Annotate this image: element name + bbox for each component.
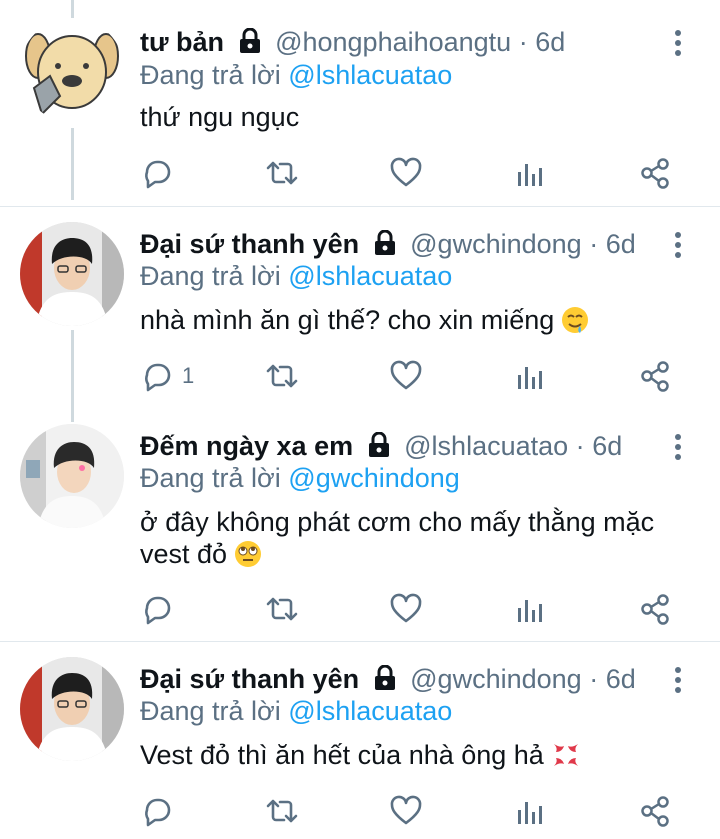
tweet-text-content: thứ ngu ngục <box>140 102 300 132</box>
tweet[interactable]: Đại sứ thanh yên @gwchindong · 6d Đang t… <box>0 207 720 407</box>
retweet-button[interactable] <box>264 155 300 191</box>
user-handle[interactable]: @gwchindong <box>410 664 582 694</box>
more-vertical-icon[interactable] <box>668 663 688 697</box>
heart-icon <box>390 157 422 187</box>
anger-symbol-icon <box>550 740 582 777</box>
reply-icon <box>145 160 171 189</box>
share-button[interactable] <box>640 793 670 829</box>
separator-dot: · <box>575 431 585 461</box>
reply-button[interactable] <box>140 591 174 627</box>
mention-link[interactable]: @lshlacuatao <box>288 696 452 726</box>
analytics-button[interactable] <box>515 591 545 627</box>
heart-icon <box>390 593 422 623</box>
mention-link[interactable]: @lshlacuatao <box>288 60 452 90</box>
reply-button[interactable]: 1 <box>140 358 194 394</box>
reply-button[interactable] <box>140 155 174 191</box>
tweet[interactable]: tư bản @hongphaihoangtu · 6d Đang trả lờ… <box>0 0 720 206</box>
heart-icon <box>390 795 422 825</box>
replying-to-label: Đang trả lời <box>140 463 281 493</box>
tweet-text-content: Vest đỏ thì ăn hết của nhà ông hả <box>140 740 544 770</box>
analytics-button[interactable] <box>515 358 545 394</box>
user-handle[interactable]: @gwchindong <box>410 229 582 259</box>
user-handle[interactable]: @hongphaihoangtu <box>275 27 511 57</box>
drooling-face-icon <box>560 305 590 342</box>
display-name[interactable]: tư bản <box>140 27 224 57</box>
share-icon <box>641 361 669 392</box>
tweet-text-line: ở đây không phát cơm cho mấy thằng mặc <box>140 507 655 537</box>
tweet-actions <box>0 591 720 631</box>
tweet-text-line: vest đỏ <box>140 538 680 576</box>
tweet-text: ở đây không phát cơm cho mấy thằng mặc v… <box>140 506 680 576</box>
display-name[interactable]: Đại sứ thanh yên <box>140 664 359 694</box>
separator-dot: · <box>589 229 599 259</box>
share-icon <box>641 796 669 827</box>
share-icon <box>641 158 669 189</box>
mention-link[interactable]: @lshlacuatao <box>288 261 452 291</box>
reply-count: 1 <box>182 363 195 388</box>
separator-dot: · <box>518 27 528 57</box>
analytics-icon <box>518 367 542 389</box>
reply-icon <box>145 798 171 827</box>
tweet-text-content: nhà mình ăn gì thế? cho xin miếng <box>140 305 555 335</box>
share-button[interactable] <box>640 591 670 627</box>
avatar[interactable] <box>20 424 124 528</box>
tweet-text: thứ ngu ngục <box>140 101 680 133</box>
share-icon <box>641 594 669 625</box>
retweet-button[interactable] <box>264 591 300 627</box>
retweet-button[interactable] <box>264 793 300 829</box>
retweet-icon <box>266 161 298 185</box>
more-vertical-icon[interactable] <box>668 26 688 60</box>
tweet-actions <box>0 793 720 833</box>
analytics-icon <box>518 164 542 186</box>
analytics-button[interactable] <box>515 793 545 829</box>
tweet[interactable]: Đại sứ thanh yên @gwchindong · 6d Đang t… <box>0 642 720 839</box>
analytics-icon <box>518 600 542 622</box>
analytics-button[interactable] <box>515 155 545 191</box>
more-vertical-icon[interactable] <box>668 430 688 464</box>
avatar[interactable] <box>20 657 124 761</box>
user-handle[interactable]: @lshlacuatao <box>404 431 568 461</box>
separator-dot: · <box>589 664 599 694</box>
display-name[interactable]: Đại sứ thanh yên <box>140 229 359 259</box>
tweet-text: nhà mình ăn gì thế? cho xin miếng <box>140 304 680 342</box>
like-button[interactable] <box>389 155 423 191</box>
avatar[interactable] <box>20 18 124 122</box>
share-button[interactable] <box>640 358 670 394</box>
like-button[interactable] <box>389 591 423 627</box>
display-name[interactable]: Đếm ngày xa em <box>140 431 353 461</box>
replying-to: Đang trả lời @lshlacuatao <box>140 694 452 728</box>
avatar[interactable] <box>20 222 124 326</box>
analytics-icon <box>518 802 542 824</box>
like-button[interactable] <box>389 793 423 829</box>
reply-icon <box>145 596 171 625</box>
like-button[interactable] <box>389 358 423 394</box>
tweet[interactable]: Đếm ngày xa em @lshlacuatao · 6d Đang tr… <box>0 409 720 640</box>
replying-to: Đang trả lời @lshlacuatao <box>140 259 452 293</box>
eye-roll-face-icon <box>233 539 263 576</box>
tweet-text-line-content: vest đỏ <box>140 539 228 569</box>
retweet-icon <box>266 364 298 388</box>
retweet-icon <box>266 597 298 621</box>
replying-to-label: Đang trả lời <box>140 696 281 726</box>
heart-icon <box>390 360 422 390</box>
tweet-text: Vest đỏ thì ăn hết của nhà ông hả <box>140 739 680 777</box>
share-button[interactable] <box>640 155 670 191</box>
reply-icon <box>145 363 171 392</box>
reply-button[interactable] <box>140 793 174 829</box>
retweet-icon <box>266 799 298 823</box>
timestamp[interactable]: 6d <box>592 431 622 461</box>
timestamp[interactable]: 6d <box>535 27 565 57</box>
more-vertical-icon[interactable] <box>668 228 688 262</box>
timestamp[interactable]: 6d <box>606 664 636 694</box>
tweet-actions <box>0 155 720 195</box>
replying-to: Đang trả lời @lshlacuatao <box>140 58 452 92</box>
mention-link[interactable]: @gwchindong <box>288 463 460 493</box>
tweet-actions: 1 <box>0 358 720 398</box>
retweet-button[interactable] <box>264 358 300 394</box>
replying-to: Đang trả lời @gwchindong <box>140 461 460 495</box>
replying-to-label: Đang trả lời <box>140 60 281 90</box>
timestamp[interactable]: 6d <box>606 229 636 259</box>
replying-to-label: Đang trả lời <box>140 261 281 291</box>
